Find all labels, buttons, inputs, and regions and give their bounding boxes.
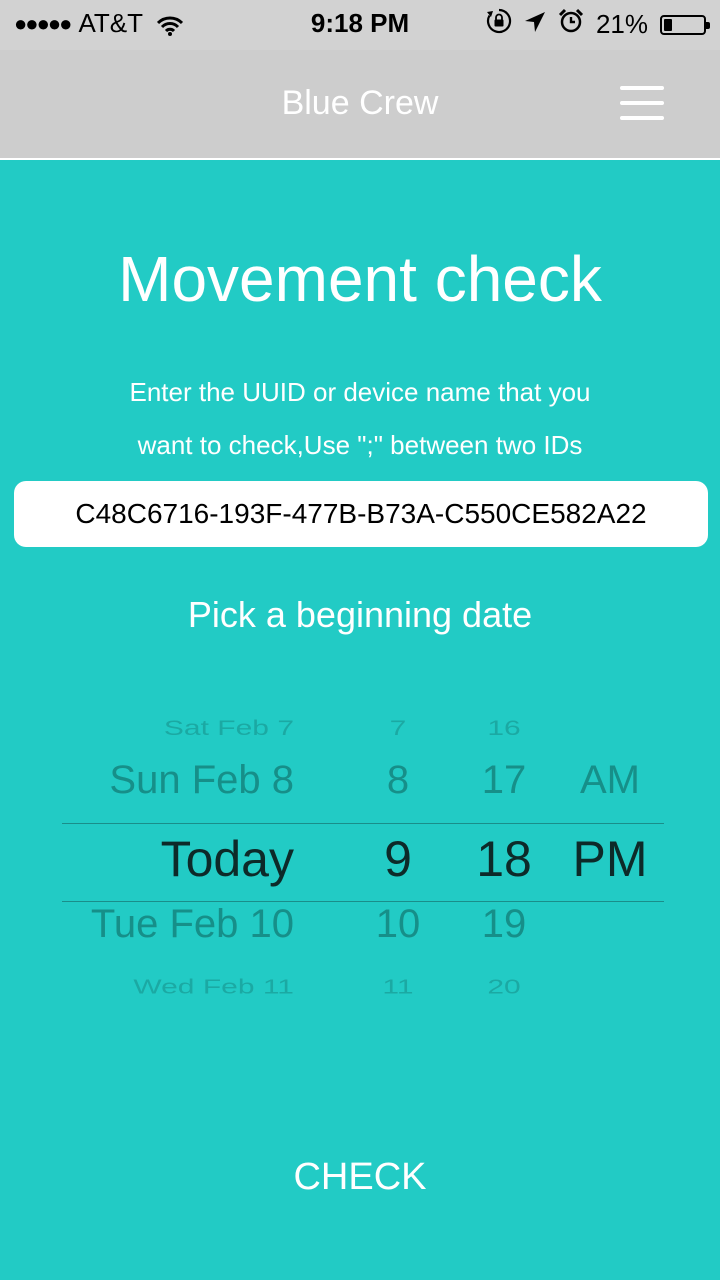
picker-hour: 11 <box>382 975 414 999</box>
picker-row[interactable]: Sat Feb 7 7 16 <box>0 716 720 759</box>
picker-minute: 16 <box>487 716 521 741</box>
hamburger-menu-icon[interactable] <box>620 86 664 120</box>
picker-selection-top-line <box>62 823 664 824</box>
picker-date: Today <box>160 831 294 887</box>
picker-row[interactable]: Wed Feb 11 11 20 <box>0 976 720 1017</box>
uuid-input[interactable] <box>14 481 708 547</box>
picker-minute: 19 <box>481 902 527 946</box>
picker-date: Sat Feb 7 <box>163 716 294 741</box>
date-picker-label: Pick a beginning date <box>187 594 533 635</box>
date-time-picker[interactable]: Sat Feb 7 7 16 Sun Feb 8 8 17 AM Today 9 18 PM Tue … <box>0 700 720 1020</box>
battery-fill <box>664 18 672 31</box>
picker-hour: 7 <box>389 716 407 741</box>
picker-minute: 20 <box>487 975 521 999</box>
picker-row[interactable]: Tue Feb 10 10 19 <box>0 902 720 962</box>
picker-date: Sun Feb 8 <box>109 758 294 802</box>
picker-hour: 8 <box>386 758 410 802</box>
picker-row-selected[interactable]: Today 9 18 PM <box>0 830 720 890</box>
rotation-lock-icon <box>486 8 512 41</box>
picker-minute: 17 <box>481 758 527 802</box>
picker-minute: 18 <box>476 831 532 887</box>
battery-icon <box>660 14 710 35</box>
battery-percent: 21% <box>595 9 648 39</box>
location-arrow-icon <box>524 9 546 40</box>
navigation-bar: Blue Crew <box>0 50 720 160</box>
picker-date: Wed Feb 11 <box>133 975 294 999</box>
picker-hour: 10 <box>375 902 421 946</box>
picker-hour: 9 <box>384 831 412 887</box>
picker-ampm: PM <box>572 831 648 887</box>
instruction-line-2: want to check,Use ";" between two IDs <box>137 430 583 460</box>
picker-date: Tue Feb 10 <box>90 902 294 946</box>
alarm-clock-icon <box>558 8 584 41</box>
status-right: 21% <box>486 8 710 41</box>
app-title: Blue Crew <box>281 84 439 122</box>
page-title: Movement check <box>118 243 602 315</box>
instruction-line-1: Enter the UUID or device name that you <box>129 377 591 407</box>
picker-row[interactable]: Sun Feb 8 8 17 AM <box>0 758 720 818</box>
check-button[interactable]: CHECK <box>0 1156 720 1199</box>
instructions-text: Enter the UUID or device name that you w… <box>60 366 660 472</box>
status-bar: ●●●●● AT&T 9:18 PM 21% <box>0 0 720 50</box>
picker-ampm: AM <box>580 758 640 802</box>
